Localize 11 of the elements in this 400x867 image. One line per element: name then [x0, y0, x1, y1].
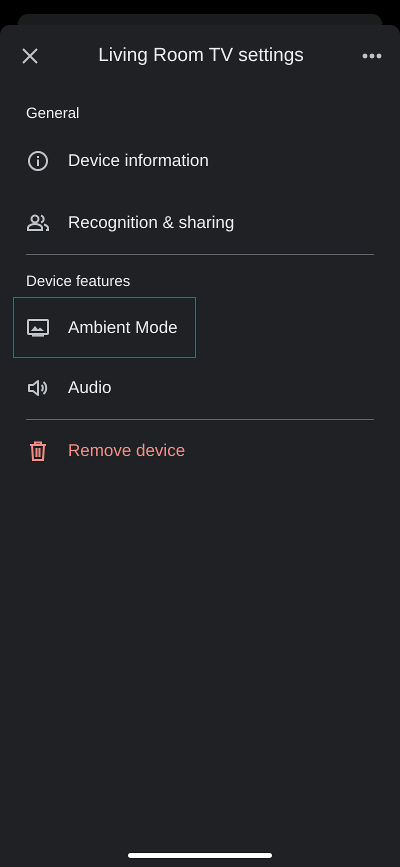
settings-item[interactable]: Remove device	[0, 420, 400, 482]
settings-item[interactable]: Device information	[0, 130, 400, 192]
close-icon[interactable]	[20, 46, 40, 66]
section-heading: Device features	[25, 272, 132, 292]
section-heading: General	[25, 104, 80, 124]
settings-item[interactable]: Recognition & sharing	[0, 192, 400, 254]
page-title: Living Room TV settings	[97, 45, 305, 67]
settings-item[interactable]: Audio	[0, 357, 400, 419]
info-icon	[26, 149, 50, 173]
settings-item[interactable]: Ambient Mode	[14, 298, 195, 357]
more-options-icon[interactable]	[362, 53, 382, 59]
